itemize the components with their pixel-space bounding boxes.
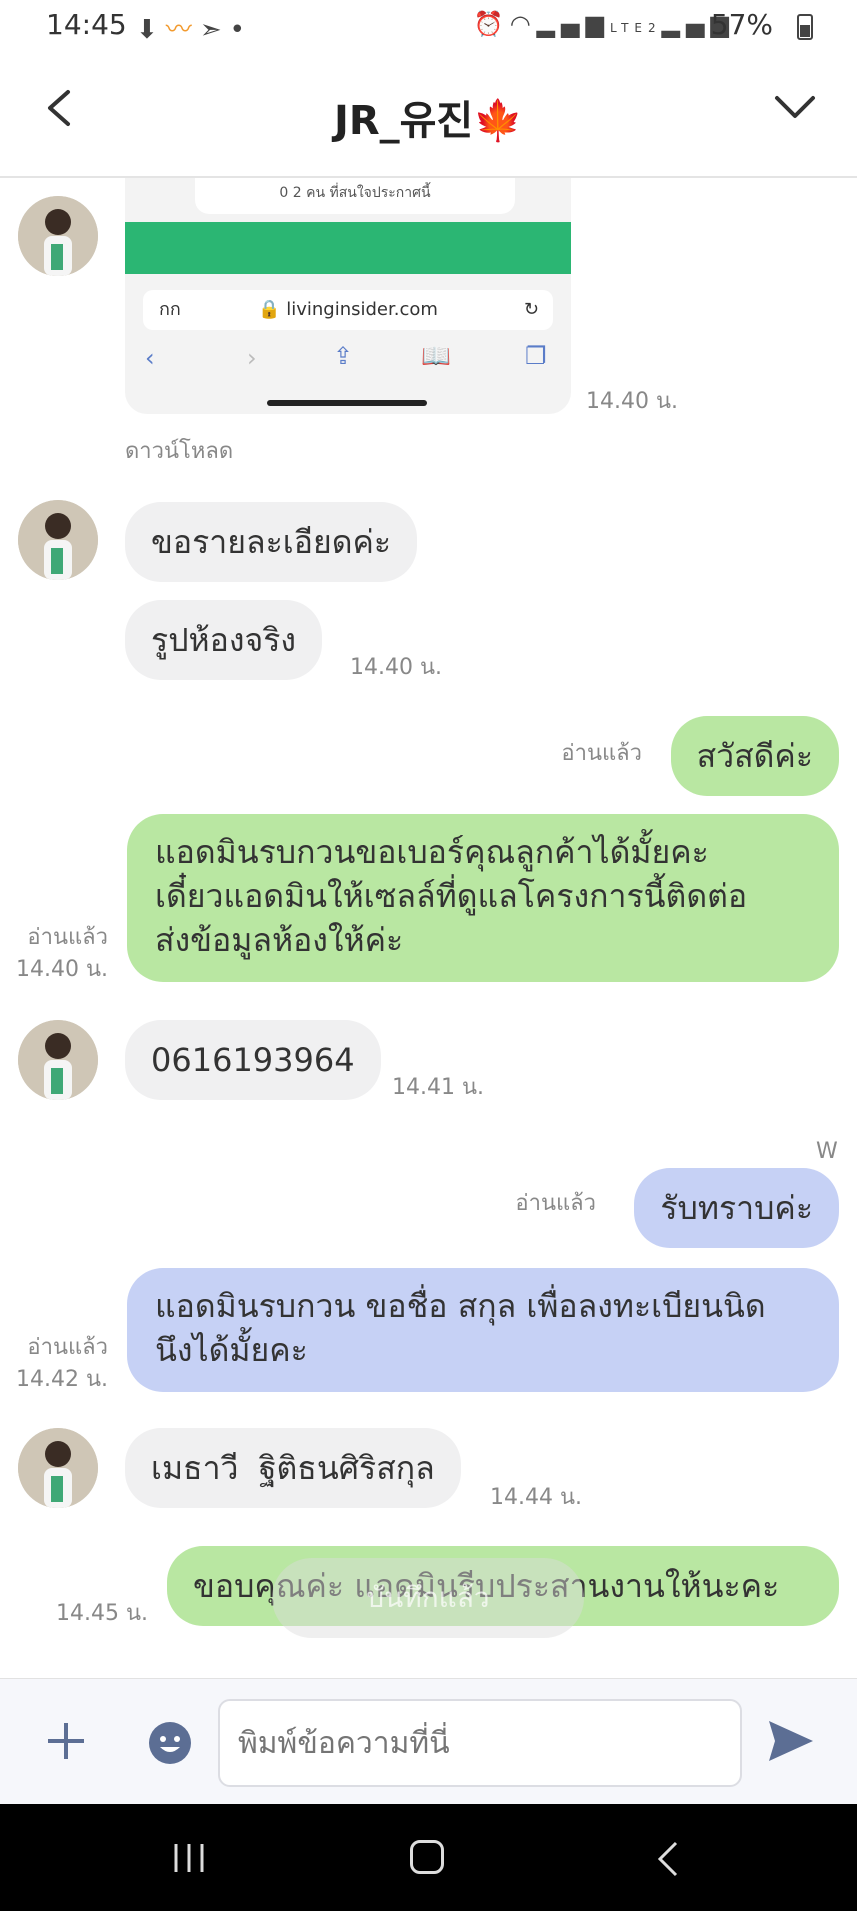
message-time: 14.40 น. [350,655,443,680]
avatar[interactable] [18,196,98,276]
nav-back-icon[interactable] [656,1840,680,1878]
lock-icon: 🔒 [258,299,287,320]
forward-arrow-icon: › [247,344,257,372]
avatar-image [18,196,98,276]
message-line: เดี๋ยวแอดมินให้เซลล์ที่ดูแลโครงการนี้ติด… [155,877,748,915]
message-input[interactable] [218,1699,742,1787]
message-bubble[interactable]: รูปห้องจริง [125,600,322,680]
message-bubble[interactable]: 0616193964 [125,1020,381,1100]
bookmarks-icon: 📖 [421,342,451,370]
image-url-left: กก [159,299,181,320]
image-browser-toolbar: ‹ › ⇪ 📖 ❐ [125,338,571,378]
read-receipt: อ่านแล้ว [515,1191,596,1216]
plus-icon[interactable] [44,1719,88,1763]
download-link[interactable]: ดาวน์โหลด [125,436,233,467]
message-bubble[interactable]: แอดมินรบกวนขอเบอร์คุณลูกค้าได้มั้ยคะ เดี… [127,814,839,982]
saved-toast: บันทึกแล้ว [272,1558,584,1638]
reload-icon: ↻ [523,299,539,320]
message-input-bar [0,1678,857,1805]
download-icon: ⬇ [136,15,166,45]
avatar-image [18,1428,98,1508]
volte-icon: LTE2 [610,21,662,35]
dot-icon: • [229,15,253,45]
message-time: 14.41 น. [392,1075,485,1100]
message-bubble[interactable]: รับทราบค่ะ [634,1168,839,1248]
avatar[interactable] [18,1428,98,1508]
back-arrow-icon: ‹ [145,344,155,372]
message-time: 14.44 น. [490,1485,583,1510]
status-time: 14:45 [46,8,127,41]
app-icon: 〰 [165,15,200,45]
message-bubble[interactable]: ขอรายละเอียดค่ะ [125,502,418,582]
image-top-card: 0 2 คน ที่สนใจประกาศนี้ [195,178,515,214]
read-receipt: อ่านแล้ว [27,1335,108,1360]
send-icon[interactable] [767,1719,815,1763]
signal-icon: ▂▄▆ [536,10,611,38]
message-time: 14.45 น. [55,1601,148,1626]
status-right-icons: ⏰◠▂▄▆LTE2▂▄▆ [474,10,735,38]
wifi-icon: ◠ [509,10,537,38]
message-line: นึงได้มั้ยคะ [155,1331,308,1369]
chat-messages[interactable]: 0 2 คน ที่สนใจประกาศนี้ กก 🔒 livinginsid… [0,178,857,1678]
read-receipt: อ่านแล้ว [561,741,642,766]
message-line: ส่งข้อมูลห้องให้ค่ะ [155,921,404,959]
status-bar: 14:45 ⬇〰➣• ⏰◠▂▄▆LTE2▂▄▆ 57% [0,0,857,52]
system-nav-bar [0,1804,857,1911]
message-time: 14.40 น. [586,389,679,414]
message-bubble[interactable]: แอดมินรบกวน ขอชื่อ สกุล เพื่อลงทะเบียนนิ… [127,1268,839,1392]
avatar[interactable] [18,1020,98,1100]
read-receipt: อ่านแล้ว [27,925,108,950]
battery-percent: 57% [710,8,773,41]
message-line: แอดมินรบกวนขอเบอร์คุณลูกค้าได้มั้ยคะ [155,833,709,871]
message-bubble[interactable]: สวัสดีค่ะ [670,716,839,796]
avatar-image [18,1020,98,1100]
message-bubble[interactable]: เมธาวี ฐิติธนศิริสกุล [125,1428,461,1508]
message-time: 14.40 น. [15,957,108,982]
status-left-icons: ⬇〰➣• [136,9,253,46]
emoji-icon[interactable] [148,1721,192,1765]
image-url: livinginsider.com [286,299,438,320]
image-url-bar: กก 🔒 livinginsider.com ↻ [143,290,553,330]
recents-icon[interactable] [172,1842,206,1874]
avatar[interactable] [18,500,98,580]
marker-text: W [816,1139,838,1164]
avatar-image [18,500,98,580]
send-icon: ➣ [199,15,230,45]
image-message[interactable]: 0 2 คน ที่สนใจประกาศนี้ กก 🔒 livinginsid… [125,178,571,414]
message-line: แอดมินรบกวน ขอชื่อ สกุล เพื่อลงทะเบียนนิ… [155,1287,766,1325]
tabs-icon: ❐ [525,342,547,370]
battery-icon [797,14,813,40]
image-green-bar [125,222,571,274]
share-icon: ⇪ [333,342,354,370]
home-icon[interactable] [410,1840,444,1874]
alarm-icon: ⏰ [473,10,510,38]
chevron-down-icon[interactable] [773,90,817,126]
chat-title: JR_유진🍁 [333,98,524,144]
chat-header: JR_유진🍁 [0,52,857,178]
image-home-indicator [267,400,427,406]
message-time: 14.42 น. [15,1367,108,1392]
